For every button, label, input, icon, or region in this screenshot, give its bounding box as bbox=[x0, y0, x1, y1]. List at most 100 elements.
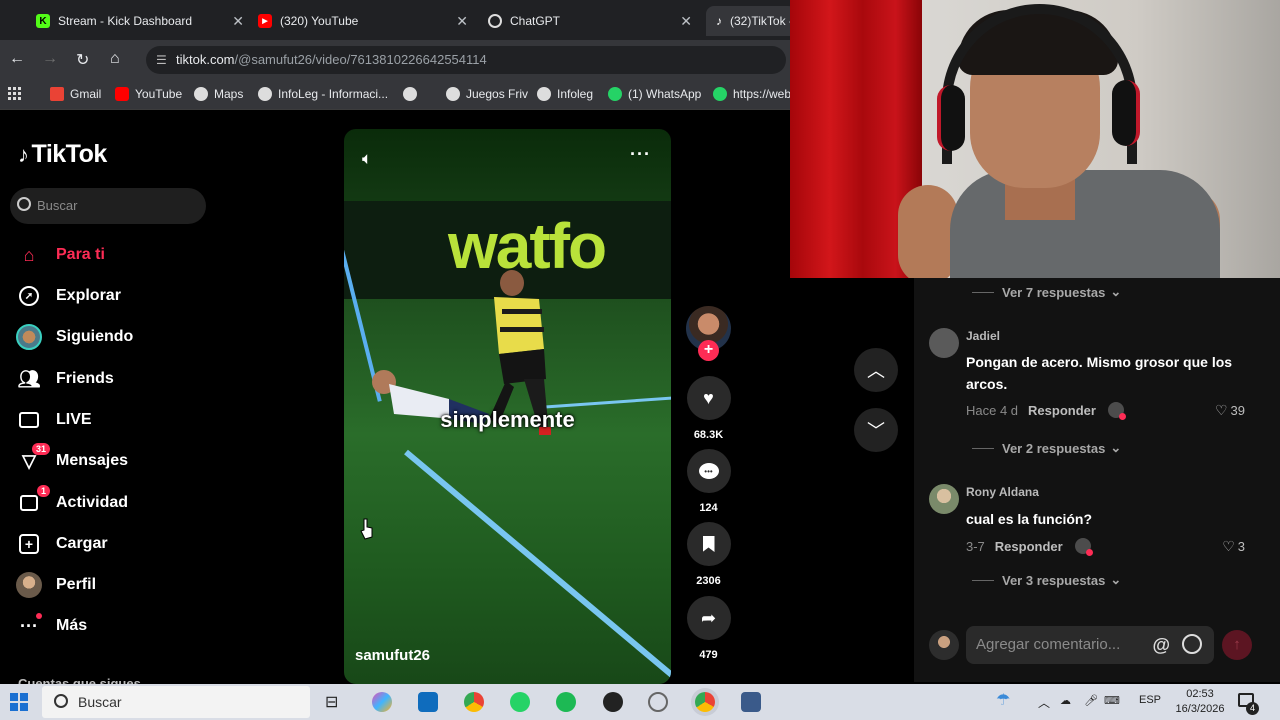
tiktok-logo[interactable]: ♪ TikTok bbox=[18, 140, 107, 169]
bookmark-unnamed[interactable] bbox=[403, 87, 423, 101]
app-icon[interactable] bbox=[648, 692, 668, 712]
like-action[interactable]: ♥ 68.3K bbox=[686, 376, 731, 441]
url-input[interactable]: ☰ tiktok.com/@samufut26/video/7613810226… bbox=[146, 46, 786, 74]
nav-explorar[interactable]: ➚ Explorar bbox=[16, 281, 121, 311]
comment-username[interactable]: Rony Aldana bbox=[966, 485, 1039, 499]
whatsapp-icon[interactable] bbox=[510, 692, 530, 712]
bookmark-youtube[interactable]: YouTube bbox=[115, 87, 182, 101]
activity-badge: 1 bbox=[36, 485, 50, 497]
onedrive-icon[interactable]: ☁ bbox=[1060, 694, 1071, 707]
nav-friends[interactable]: 👥︎ Friends bbox=[16, 364, 114, 394]
view-replies-button[interactable]: Ver 2 respuestas ⌄ bbox=[972, 440, 1121, 456]
heart-icon[interactable]: ♥ bbox=[686, 376, 731, 420]
apps-icon[interactable] bbox=[8, 87, 21, 100]
nav-cargar[interactable]: + Cargar bbox=[16, 529, 108, 559]
bookmark-infoleg-2[interactable]: Infoleg bbox=[537, 87, 593, 101]
view-replies-button[interactable]: Ver 3 respuestas ⌄ bbox=[972, 572, 1121, 588]
previous-video-button[interactable]: ︿ bbox=[854, 348, 898, 392]
spotify-icon[interactable] bbox=[556, 692, 576, 712]
taskbar-search[interactable]: Buscar bbox=[42, 686, 310, 718]
video-player[interactable]: watfo simplemente 🔈︎ ··· samufut26 bbox=[344, 129, 671, 684]
outlook-icon[interactable] bbox=[418, 692, 438, 712]
chrome-active-icon[interactable] bbox=[695, 692, 715, 712]
mention-icon[interactable]: @ bbox=[1152, 626, 1170, 664]
nav-siguiendo[interactable]: Siguiendo bbox=[16, 322, 133, 352]
next-video-button[interactable]: ﹀ bbox=[854, 408, 898, 452]
share-icon[interactable]: ➦ bbox=[686, 596, 731, 640]
task-view-icon[interactable]: ⊟ bbox=[325, 692, 345, 712]
comment-like-button[interactable]: ♡ 3 bbox=[1222, 538, 1245, 555]
nav-live[interactable]: LIVE bbox=[16, 405, 92, 435]
search-input[interactable]: Buscar bbox=[10, 188, 206, 224]
chevron-down-icon: ⌄ bbox=[1110, 440, 1122, 455]
avatar[interactable] bbox=[929, 630, 959, 660]
comment-icon[interactable]: ••• bbox=[686, 449, 731, 493]
bookmark-gmail[interactable]: Gmail bbox=[50, 87, 101, 101]
bookmark-whatsapp[interactable]: (1) WhatsApp bbox=[608, 87, 701, 101]
bookmark-web-whatsapp[interactable]: https://web bbox=[713, 87, 791, 101]
keyboard-icon[interactable]: ⌨ bbox=[1104, 694, 1120, 707]
copilot-icon[interactable] bbox=[372, 692, 392, 712]
obs-icon[interactable] bbox=[603, 692, 623, 712]
comment-input[interactable]: Agregar comentario... @ bbox=[966, 626, 1214, 664]
tab-tiktok[interactable]: ♪ (32)TikTok - bbox=[706, 6, 796, 36]
nav-label: Cargar bbox=[56, 535, 108, 552]
tab-label: Stream - Kick Dashboard bbox=[58, 14, 193, 28]
home-icon[interactable]: ⌂ bbox=[110, 50, 120, 68]
comment-action[interactable]: ••• 124 bbox=[686, 449, 731, 514]
bookmark-infoleg[interactable]: InfoLeg - Informaci... bbox=[258, 87, 388, 101]
tab-youtube[interactable]: ▶ (320) YouTube ✕ bbox=[258, 6, 476, 36]
reply-button[interactable]: Responder bbox=[995, 539, 1063, 554]
nav-mensajes[interactable]: ▽ 31 Mensajes bbox=[16, 443, 128, 476]
url-host: tiktok.com bbox=[176, 52, 235, 67]
avatar[interactable] bbox=[929, 484, 959, 514]
bookmark-icon[interactable] bbox=[686, 522, 731, 566]
site-info-icon[interactable]: ☰ bbox=[156, 46, 167, 74]
weather-icon[interactable]: ☂ bbox=[996, 690, 1010, 710]
bookmark-label: https://web bbox=[733, 87, 792, 101]
volume-icon[interactable]: 🔈︎ bbox=[362, 149, 372, 169]
heart-icon: ♡ bbox=[1214, 402, 1228, 418]
emoji-icon[interactable] bbox=[1182, 634, 1202, 654]
chevron-down-icon: ⌄ bbox=[1110, 284, 1122, 299]
bookmark-label: InfoLeg - Informaci... bbox=[278, 87, 389, 101]
upload-icon: + bbox=[16, 531, 42, 557]
comment-username[interactable]: Jadiel bbox=[966, 329, 1000, 343]
view-replies-button[interactable]: Ver 7 respuestas ⌄ bbox=[972, 284, 1121, 300]
reply-button[interactable]: Responder bbox=[1028, 403, 1096, 418]
more-options-icon[interactable]: ··· bbox=[630, 144, 651, 165]
share-count: 479 bbox=[699, 649, 718, 661]
close-icon[interactable]: ✕ bbox=[232, 13, 244, 30]
nav-para-ti[interactable]: ⌂ Para ti bbox=[16, 240, 105, 270]
film-icon[interactable] bbox=[741, 692, 761, 712]
language-indicator[interactable]: ESP bbox=[1139, 694, 1161, 706]
clock[interactable]: 02:53 16/3/2026 bbox=[1172, 687, 1228, 717]
chevron-up-icon[interactable]: ︿ bbox=[1038, 694, 1050, 711]
close-icon[interactable]: ✕ bbox=[456, 13, 468, 30]
nav-actividad[interactable]: 1 Actividad bbox=[16, 485, 128, 518]
follow-plus-icon[interactable]: + bbox=[698, 340, 719, 361]
tab-bar: K Stream - Kick Dashboard ✕ ▶ (320) YouT… bbox=[0, 0, 796, 40]
nav-perfil[interactable]: Perfil bbox=[16, 570, 96, 600]
windows-start-icon[interactable] bbox=[10, 693, 28, 711]
reload-icon[interactable]: ↻ bbox=[76, 50, 89, 70]
share-action[interactable]: ➦ 479 bbox=[686, 596, 731, 661]
tab-label: (320) YouTube bbox=[280, 14, 359, 28]
clock-time: 02:53 bbox=[1186, 688, 1214, 700]
bookmark-juegos-friv[interactable]: Juegos Friv bbox=[446, 87, 528, 101]
forward-icon[interactable]: → bbox=[42, 50, 58, 68]
avatar[interactable] bbox=[929, 328, 959, 358]
microphone-icon[interactable]: 🎤︎ bbox=[1084, 694, 1098, 707]
nav-label: Friends bbox=[56, 370, 114, 387]
comment-like-button[interactable]: ♡ 39 bbox=[1215, 402, 1245, 419]
tab-kick[interactable]: K Stream - Kick Dashboard ✕ bbox=[36, 6, 252, 36]
back-icon[interactable]: ← bbox=[9, 50, 25, 68]
save-action[interactable]: 2306 bbox=[686, 522, 731, 587]
chrome-icon[interactable] bbox=[464, 692, 484, 712]
nav-mas[interactable]: ··· Más bbox=[16, 611, 87, 641]
post-comment-button[interactable]: ↑ bbox=[1222, 630, 1252, 660]
tab-chatgpt[interactable]: ChatGPT ✕ bbox=[482, 6, 700, 36]
close-icon[interactable]: ✕ bbox=[680, 13, 692, 30]
bookmark-maps[interactable]: Maps bbox=[194, 87, 243, 101]
video-author[interactable]: samufut26 bbox=[355, 647, 430, 664]
